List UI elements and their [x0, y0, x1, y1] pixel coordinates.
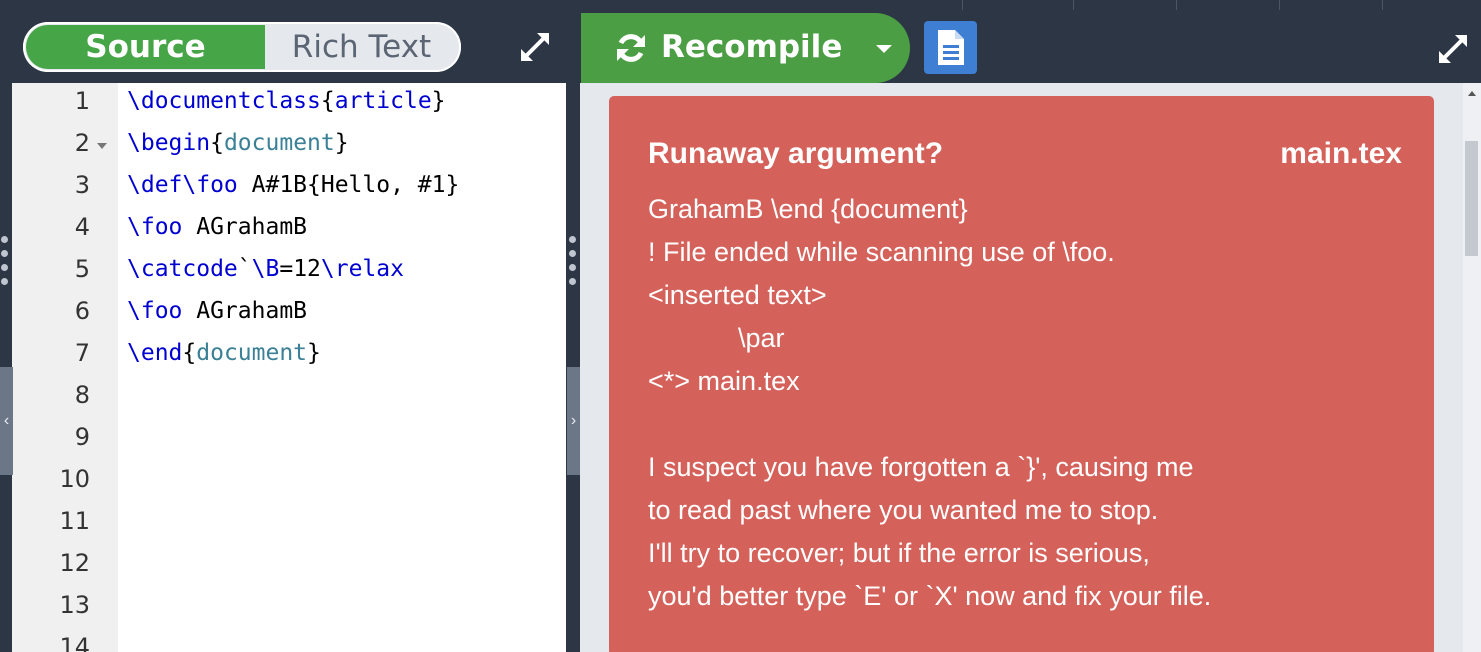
code-token: AGrahamB	[182, 298, 308, 324]
error-line: to read past where you wanted me to stop…	[648, 495, 1159, 525]
left-resize-handle[interactable]	[0, 236, 13, 296]
code-token: `	[237, 256, 252, 282]
error-line: \par	[648, 323, 785, 353]
expand-editor-icon[interactable]	[518, 30, 552, 64]
pane-resize-handle[interactable]	[566, 236, 579, 296]
code-line[interactable]: \begin{document}	[127, 130, 349, 156]
error-line: <*> main.tex	[648, 366, 800, 396]
line-number: 8	[74, 381, 90, 409]
logs-button[interactable]	[924, 21, 977, 74]
code-token: document	[196, 340, 308, 366]
code-token: =12	[279, 256, 321, 282]
line-number: 7	[74, 339, 90, 367]
collapse-editor-button[interactable]: ›	[567, 367, 580, 475]
code-line[interactable]: \documentclass{article}	[127, 88, 446, 114]
line-number: 13	[59, 591, 90, 619]
line-number: 9	[74, 423, 90, 451]
expand-pdf-icon[interactable]	[1436, 32, 1470, 66]
scrollbar[interactable]	[1463, 83, 1481, 652]
source-mode-button[interactable]: Source	[26, 25, 265, 69]
code-token: \catcode	[127, 256, 238, 282]
code-token: }	[307, 340, 321, 366]
caret-down-icon[interactable]	[876, 45, 892, 53]
code-token: \relax	[320, 256, 404, 282]
code-line[interactable]: \foo AGrahamB	[127, 214, 307, 240]
top-strip	[580, 0, 1481, 10]
code-token: {	[320, 88, 335, 114]
recompile-label: Recompile	[661, 29, 843, 65]
code-token: \foo	[127, 214, 183, 240]
code-token: A#1B{Hello, #1}	[237, 172, 460, 198]
line-number: 3	[74, 171, 90, 199]
code-token: article	[334, 88, 432, 114]
code-token: \documentclass	[127, 88, 321, 114]
code-token: \begin	[127, 130, 211, 156]
line-number: 2	[74, 129, 90, 157]
error-line: you'd better type `E' or `X' now and fix…	[648, 581, 1212, 611]
error-title: Runaway argument?	[648, 137, 944, 170]
line-number: 12	[59, 549, 90, 577]
line-number: 10	[59, 465, 90, 493]
scroll-up-icon[interactable]	[1468, 91, 1476, 96]
code-token: AGrahamB	[182, 214, 308, 240]
recompile-button[interactable]: Recompile	[581, 13, 910, 83]
code-editor[interactable]: 1 2 3 4 5 6 7 8 9 10 11 12 13 14 \documentclass{artic…	[12, 83, 566, 652]
code-line[interactable]: \foo AGrahamB	[127, 298, 307, 324]
line-number: 11	[59, 507, 90, 535]
error-line: I suspect you have forgotten a `}', caus…	[648, 452, 1194, 482]
code-token: \def\foo	[127, 172, 238, 198]
code-line[interactable]: \catcode`\B=12\relax	[127, 256, 404, 282]
fold-arrow-icon[interactable]	[97, 143, 107, 149]
error-line: <inserted text>	[648, 280, 827, 310]
error-line: I'll try to recover; but if the error is…	[648, 538, 1150, 568]
code-token: document	[223, 130, 335, 156]
code-line[interactable]: \end{document}	[127, 340, 321, 366]
error-line: GrahamB \end {document}	[648, 194, 968, 224]
code-token: }	[431, 88, 446, 114]
editor-mode-toggle: Source Rich Text	[23, 22, 461, 72]
collapse-file-tree-button[interactable]: ‹	[0, 367, 13, 475]
code-token: \foo	[127, 298, 183, 324]
code-token: \B	[251, 256, 280, 282]
code-token: {	[210, 130, 224, 156]
line-number: 5	[74, 255, 90, 283]
line-number: 1	[74, 87, 90, 115]
scrollbar-thumb[interactable]	[1465, 141, 1478, 256]
code-token: }	[334, 130, 349, 156]
error-line: ! File ended while scanning use of \foo.	[648, 237, 1115, 267]
refresh-icon	[617, 34, 645, 62]
code-token: \end	[127, 340, 183, 366]
editor-toolbar: Source Rich Text	[0, 0, 580, 83]
line-number-gutter: 1 2 3 4 5 6 7 8 9 10 11 12 13 14	[12, 83, 118, 652]
error-file-link[interactable]: main.tex	[1280, 137, 1402, 171]
error-card[interactable]: Runaway argument? main.tex GrahamB \end …	[609, 96, 1434, 652]
code-token: {	[182, 340, 197, 366]
line-number: 14	[59, 633, 90, 652]
line-number: 6	[74, 297, 90, 325]
code-line[interactable]: \def\foo A#1B{Hello, #1}	[127, 172, 459, 198]
rich-text-mode-button[interactable]: Rich Text	[265, 25, 458, 69]
document-icon	[938, 30, 964, 65]
pdf-log-pane: Runaway argument? main.tex GrahamB \end …	[580, 83, 1481, 652]
line-number: 4	[74, 213, 90, 241]
